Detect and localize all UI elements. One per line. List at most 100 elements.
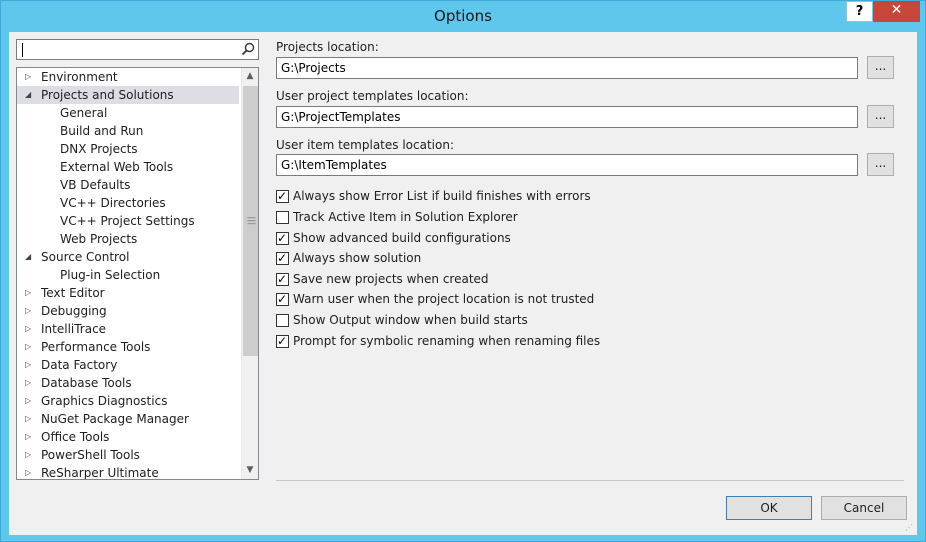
collapsed-arrow-icon[interactable]: ▷ — [25, 356, 37, 374]
tree-item[interactable]: ▷ Database Tools — [17, 374, 239, 392]
search-icon[interactable] — [241, 42, 255, 56]
tree-item[interactable]: ◢ Projects and Solutions — [17, 86, 239, 104]
checkbox[interactable]: ✓ — [276, 334, 289, 348]
item-templates-label: User item templates location: — [276, 138, 454, 152]
checkbox[interactable]: ✓ — [276, 231, 289, 245]
tree-item[interactable]: ▷ PowerShell Tools — [17, 446, 239, 464]
project-templates-field[interactable] — [276, 106, 858, 128]
checkbox[interactable] — [276, 211, 289, 224]
collapsed-arrow-icon[interactable]: ▷ — [25, 410, 37, 428]
window-title: Options — [434, 7, 492, 25]
checkmark-icon: ✓ — [277, 231, 288, 245]
tree-item[interactable]: DNX Projects — [17, 140, 239, 158]
tree-item-label: Data Factory — [41, 358, 118, 372]
checkbox[interactable]: ✓ — [276, 251, 289, 265]
collapsed-arrow-icon[interactable]: ▷ — [25, 464, 37, 479]
projects-location-browse-button[interactable]: ... — [867, 56, 894, 79]
tree-item[interactable]: ▷ Graphics Diagnostics — [17, 392, 239, 410]
checkmark-icon: ✓ — [277, 334, 288, 348]
text-caret — [22, 43, 23, 57]
tree-item-label: VC++ Directories — [60, 196, 166, 210]
item-templates-browse-button[interactable]: ... — [867, 153, 894, 176]
help-button[interactable]: ? — [846, 1, 873, 22]
tree-item-label: VC++ Project Settings — [60, 214, 195, 228]
checkmark-icon: ✓ — [277, 272, 288, 286]
tree-item-label: Environment — [41, 70, 118, 84]
tree-item[interactable]: ▷ Performance Tools — [17, 338, 239, 356]
ok-button[interactable]: OK — [726, 496, 812, 520]
tree-item[interactable]: VC++ Directories — [17, 194, 239, 212]
tree-item[interactable]: ◢ Source Control — [17, 248, 239, 266]
expanded-arrow-icon[interactable]: ◢ — [25, 248, 37, 266]
options-window: Options ? ✕ ▷ Environment ◢ Projects and So… — [0, 0, 926, 542]
collapsed-arrow-icon[interactable]: ▷ — [25, 446, 37, 464]
tree-item-label: General — [60, 106, 108, 120]
checkmark-icon: ✓ — [277, 292, 288, 306]
checkbox-label: Track Active Item in Solution Explorer — [293, 210, 518, 224]
scroll-down-icon[interactable]: ▼ — [242, 462, 258, 479]
checkbox[interactable] — [276, 314, 289, 327]
cancel-button[interactable]: Cancel — [821, 496, 907, 520]
tree-item[interactable]: VC++ Project Settings — [17, 212, 239, 230]
checkbox-label: Show Output window when build starts — [293, 313, 528, 327]
tree-item[interactable]: ▷ Office Tools — [17, 428, 239, 446]
collapsed-arrow-icon[interactable]: ▷ — [25, 302, 37, 320]
checkmark-icon: ✓ — [277, 251, 288, 265]
search-input[interactable] — [20, 41, 235, 58]
checkbox-label: Always show Error List if build finishes… — [293, 189, 591, 203]
separator — [276, 480, 904, 481]
options-search-box[interactable] — [16, 39, 259, 60]
collapsed-arrow-icon[interactable]: ▷ — [25, 320, 37, 338]
resize-grip-icon[interactable]: ⋰ — [905, 523, 915, 533]
tree-item[interactable]: ▷ Debugging — [17, 302, 239, 320]
options-tree[interactable]: ▷ Environment ◢ Projects and Solutions Gener… — [16, 67, 259, 480]
tree-item-label: Source Control — [41, 250, 130, 264]
tree-item[interactable]: ▷ Text Editor — [17, 284, 239, 302]
tree-item[interactable]: General — [17, 104, 239, 122]
tree-item-label: Build and Run — [60, 124, 144, 138]
tree-item[interactable]: ▷ Environment — [17, 68, 239, 86]
checkbox[interactable]: ✓ — [276, 272, 289, 286]
checkbox[interactable]: ✓ — [276, 189, 289, 203]
projects-location-label: Projects location: — [276, 40, 379, 54]
tree-scrollbar[interactable]: ▲ — — — ▼ — [241, 68, 258, 479]
tree-item[interactable]: ▷ ReSharper Ultimate — [17, 464, 239, 480]
tree-item[interactable]: ▷ NuGet Package Manager — [17, 410, 239, 428]
collapsed-arrow-icon[interactable]: ▷ — [25, 374, 37, 392]
tree-item-label: Performance Tools — [41, 340, 151, 354]
collapsed-arrow-icon[interactable]: ▷ — [25, 68, 37, 86]
item-templates-field[interactable] — [276, 154, 858, 176]
checkbox-label: Prompt for symbolic renaming when renami… — [293, 334, 601, 348]
tree-item[interactable]: Web Projects — [17, 230, 239, 248]
expanded-arrow-icon[interactable]: ◢ — [25, 86, 37, 104]
tree-item[interactable]: VB Defaults — [17, 176, 239, 194]
checkbox-label: Always show solution — [293, 251, 422, 265]
title-bar[interactable]: Options ? ✕ — [1, 1, 925, 31]
tree-item-label: PowerShell Tools — [41, 448, 140, 462]
checkbox[interactable]: ✓ — [276, 292, 289, 306]
tree-item-label: IntelliTrace — [41, 322, 107, 336]
tree-item[interactable]: Build and Run — [17, 122, 239, 140]
tree-item[interactable]: ▷ IntelliTrace — [17, 320, 239, 338]
collapsed-arrow-icon[interactable]: ▷ — [25, 338, 37, 356]
projects-location-field[interactable] — [276, 57, 858, 79]
collapsed-arrow-icon[interactable]: ▷ — [25, 392, 37, 410]
tree-item-label: ReSharper Ultimate — [41, 466, 159, 480]
checkbox-label: Save new projects when created — [293, 272, 489, 286]
tree-item-label: Debugging — [41, 304, 107, 318]
scroll-thumb[interactable]: — — — — [243, 86, 258, 356]
scroll-up-icon[interactable]: ▲ — [242, 68, 258, 85]
tree-item-label: Graphics Diagnostics — [41, 394, 168, 408]
project-templates-browse-button[interactable]: ... — [867, 105, 894, 128]
tree-rows: ▷ Environment ◢ Projects and Solutions Gener… — [17, 68, 239, 480]
tree-item[interactable]: ▷ Data Factory — [17, 356, 239, 374]
tree-item[interactable]: Plug-in Selection — [17, 266, 239, 284]
collapsed-arrow-icon[interactable]: ▷ — [25, 284, 37, 302]
tree-item[interactable]: External Web Tools — [17, 158, 239, 176]
tree-item-label: Database Tools — [41, 376, 132, 390]
checkmark-icon: ✓ — [277, 189, 288, 203]
grip-icon: — — — — [247, 213, 256, 229]
collapsed-arrow-icon[interactable]: ▷ — [25, 428, 37, 446]
tree-item-label: DNX Projects — [60, 142, 138, 156]
close-button[interactable]: ✕ — [873, 1, 920, 22]
